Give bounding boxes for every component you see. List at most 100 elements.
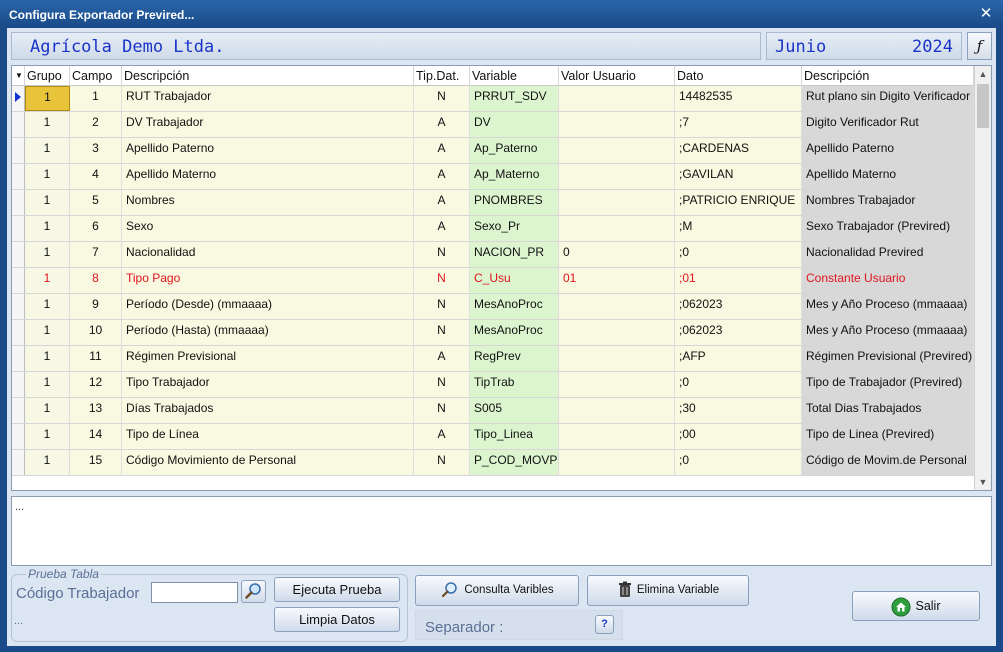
- cell-campo[interactable]: 2: [70, 112, 122, 137]
- row-selector[interactable]: [12, 450, 25, 475]
- cell-descripcion[interactable]: Régimen Previsional: [122, 346, 414, 371]
- cell-campo[interactable]: 6: [70, 216, 122, 241]
- cell-descripcion-2[interactable]: Tipo de Linea (Previred): [802, 424, 974, 449]
- ejecuta-prueba-button[interactable]: Ejecuta Prueba: [274, 577, 400, 602]
- cell-grupo[interactable]: 1: [25, 268, 70, 293]
- cell-tipdat[interactable]: A: [414, 164, 470, 189]
- help-button[interactable]: ?: [595, 615, 614, 634]
- cell-valor-usuario[interactable]: [559, 190, 675, 215]
- row-selector[interactable]: [12, 424, 25, 449]
- cell-variable[interactable]: Ap_Materno: [470, 164, 559, 189]
- search-button[interactable]: [241, 580, 266, 603]
- row-selector[interactable]: [12, 372, 25, 397]
- cell-valor-usuario[interactable]: [559, 424, 675, 449]
- col-header-dato[interactable]: Dato: [675, 66, 802, 86]
- cell-descripcion-2[interactable]: Total Dias Trabajados: [802, 398, 974, 423]
- table-row[interactable]: 1 2 DV Trabajador A DV ;7 Digito Verificador R…: [12, 112, 974, 138]
- cell-campo[interactable]: 11: [70, 346, 122, 371]
- table-row[interactable]: 1 14 Tipo de Línea A Tipo_Linea ;00 Tipo de Li…: [12, 424, 974, 450]
- table-row[interactable]: 1 6 Sexo A Sexo_Pr ;M Sexo Trabajador (Previre…: [12, 216, 974, 242]
- cell-tipdat[interactable]: A: [414, 112, 470, 137]
- cell-dato[interactable]: ;7: [675, 112, 802, 137]
- cell-descripcion-2[interactable]: Constante Usuario: [802, 268, 974, 293]
- cell-tipdat[interactable]: A: [414, 424, 470, 449]
- variables-grid[interactable]: ▼ Grupo Campo Descripción Tip.Dat. Varia…: [11, 65, 992, 491]
- table-row[interactable]: 1 3 Apellido Paterno A Ap_Paterno ;CARDENAS Ap…: [12, 138, 974, 164]
- row-selector[interactable]: [12, 346, 25, 371]
- table-row[interactable]: 1 7 Nacionalidad N NACION_PR 0 ;0 Nacionalidad …: [12, 242, 974, 268]
- cell-dato[interactable]: ;062023: [675, 320, 802, 345]
- cell-grupo[interactable]: 1: [25, 138, 70, 163]
- cell-variable[interactable]: DV: [470, 112, 559, 137]
- function-button[interactable]: ƒ: [967, 32, 992, 60]
- cell-variable[interactable]: PNOMBRES: [470, 190, 559, 215]
- cell-dato[interactable]: 14482535: [675, 86, 802, 111]
- row-selector[interactable]: [12, 164, 25, 189]
- cell-grupo[interactable]: 1: [25, 294, 70, 319]
- cell-descripcion-2[interactable]: Apellido Materno: [802, 164, 974, 189]
- cell-grupo[interactable]: 1: [25, 216, 70, 241]
- cell-descripcion[interactable]: Nombres: [122, 190, 414, 215]
- cell-campo[interactable]: 7: [70, 242, 122, 267]
- col-header-grupo[interactable]: Grupo: [25, 66, 70, 86]
- cell-descripcion-2[interactable]: Digito Verificador Rut: [802, 112, 974, 137]
- cell-tipdat[interactable]: N: [414, 450, 470, 475]
- cell-descripcion-2[interactable]: Código de Movim.de Personal: [802, 450, 974, 475]
- cell-campo[interactable]: 3: [70, 138, 122, 163]
- cell-descripcion[interactable]: Tipo de Línea: [122, 424, 414, 449]
- cell-campo[interactable]: 9: [70, 294, 122, 319]
- elimina-variable-button[interactable]: Elimina Variable: [587, 575, 749, 606]
- cell-grupo[interactable]: 1: [25, 372, 70, 397]
- row-selector[interactable]: [12, 268, 25, 293]
- col-header-valor-usuario[interactable]: Valor Usuario: [559, 66, 675, 86]
- cell-grupo[interactable]: 1: [25, 450, 70, 475]
- cell-variable[interactable]: TipTrab: [470, 372, 559, 397]
- cell-descripcion[interactable]: Sexo: [122, 216, 414, 241]
- close-icon[interactable]: ✕: [975, 4, 997, 24]
- cell-descripcion[interactable]: RUT Trabajador: [122, 86, 414, 111]
- cell-campo[interactable]: 13: [70, 398, 122, 423]
- cell-tipdat[interactable]: N: [414, 294, 470, 319]
- cell-grupo[interactable]: 1: [25, 242, 70, 267]
- col-header-campo[interactable]: Campo: [70, 66, 122, 86]
- cell-variable[interactable]: Tipo_Linea: [470, 424, 559, 449]
- cell-dato[interactable]: ;AFP: [675, 346, 802, 371]
- col-header-descripcion-2[interactable]: Descripción: [802, 66, 974, 86]
- row-selector[interactable]: [12, 138, 25, 163]
- row-selector[interactable]: [12, 190, 25, 215]
- cell-tipdat[interactable]: A: [414, 190, 470, 215]
- cell-grupo[interactable]: 1: [25, 86, 70, 111]
- consulta-variables-button[interactable]: Consulta Varibles: [415, 575, 579, 606]
- cell-variable[interactable]: C_Usu: [470, 268, 559, 293]
- cell-dato[interactable]: ;062023: [675, 294, 802, 319]
- cell-tipdat[interactable]: N: [414, 242, 470, 267]
- cell-variable[interactable]: RegPrev: [470, 346, 559, 371]
- grid-scrollbar[interactable]: ▲ ▼: [974, 66, 991, 490]
- cell-tipdat[interactable]: A: [414, 138, 470, 163]
- row-selector[interactable]: [12, 112, 25, 137]
- cell-descripcion-2[interactable]: Régimen Previsional (Previred): [802, 346, 974, 371]
- limpia-datos-button[interactable]: Limpia Datos: [274, 607, 400, 632]
- table-row[interactable]: 1 13 Días Trabajados N S005 ;30 Total Dias Tra…: [12, 398, 974, 424]
- cell-grupo[interactable]: 1: [25, 190, 70, 215]
- cell-grupo[interactable]: 1: [25, 346, 70, 371]
- table-row[interactable]: 1 4 Apellido Materno A Ap_Materno ;GAVILAN Ape…: [12, 164, 974, 190]
- cell-dato[interactable]: ;CARDENAS: [675, 138, 802, 163]
- cell-tipdat[interactable]: A: [414, 216, 470, 241]
- cell-valor-usuario[interactable]: [559, 398, 675, 423]
- cell-grupo[interactable]: 1: [25, 320, 70, 345]
- row-selector[interactable]: [12, 398, 25, 423]
- col-header-variable[interactable]: Variable: [470, 66, 559, 86]
- memo-box[interactable]: ...: [11, 496, 992, 566]
- cell-descripcion[interactable]: Período (Desde) (mmaaaa): [122, 294, 414, 319]
- cell-variable[interactable]: Ap_Paterno: [470, 138, 559, 163]
- cell-variable[interactable]: S005: [470, 398, 559, 423]
- cell-descripcion-2[interactable]: Sexo Trabajador (Previred): [802, 216, 974, 241]
- cell-grupo[interactable]: 1: [25, 398, 70, 423]
- cell-campo[interactable]: 4: [70, 164, 122, 189]
- cell-dato[interactable]: ;00: [675, 424, 802, 449]
- cell-variable[interactable]: NACION_PR: [470, 242, 559, 267]
- scroll-thumb[interactable]: [977, 84, 989, 128]
- cell-dato[interactable]: ;GAVILAN: [675, 164, 802, 189]
- cell-descripcion[interactable]: Período (Hasta) (mmaaaa): [122, 320, 414, 345]
